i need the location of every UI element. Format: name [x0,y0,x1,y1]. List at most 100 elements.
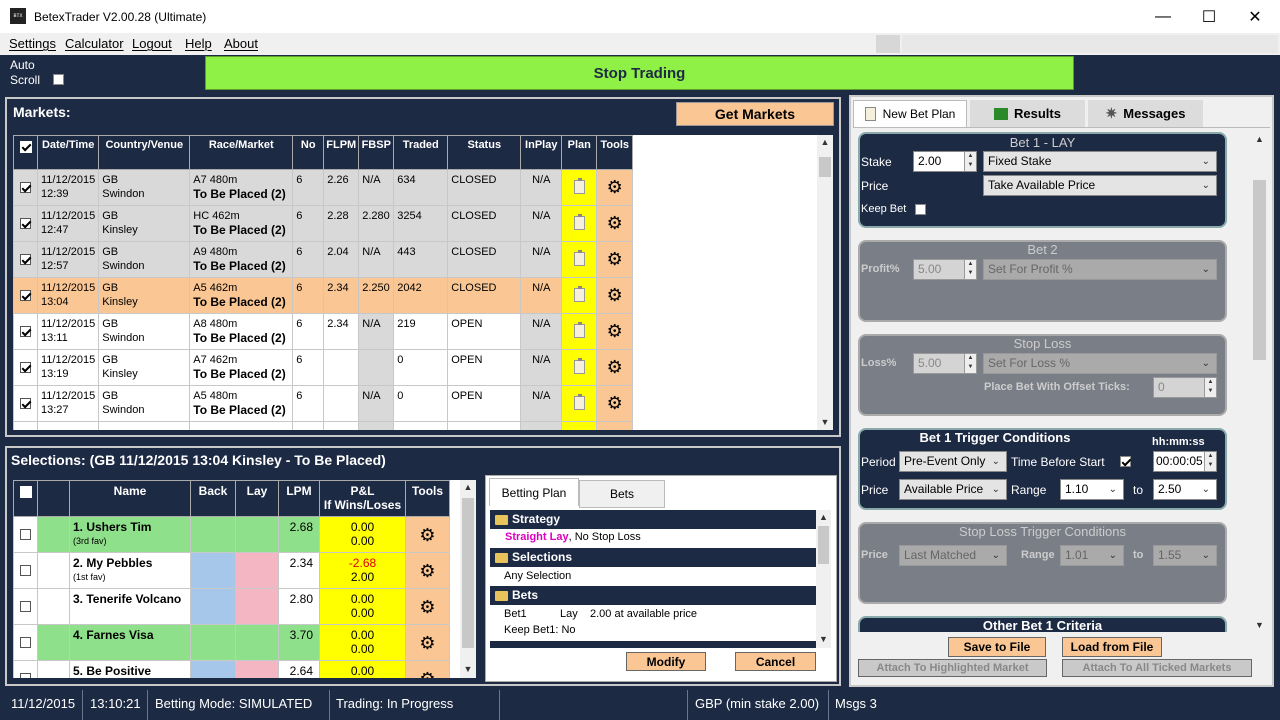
scroll-down-icon[interactable]: ▼ [816,634,831,644]
col-race-market[interactable]: Race/Market [189,135,294,170]
menu-settings[interactable]: Settings [9,36,56,51]
selection-tools-cell[interactable]: ⚙ [405,624,450,661]
tab-new-bet-plan[interactable]: New Bet Plan [853,100,967,127]
col-inplay[interactable]: InPlay [520,135,563,170]
keep-bet-checkbox[interactable] [915,204,926,215]
gear-icon[interactable]: ⚙ [607,321,623,341]
gear-icon[interactable]: ⚙ [607,213,623,233]
save-to-file-button[interactable]: Save to File [948,637,1046,657]
market-checkbox[interactable] [20,289,31,301]
close-button[interactable]: ✕ [1232,0,1278,33]
market-checkbox-cell[interactable] [13,385,38,422]
select-all-selections-checkbox[interactable] [19,486,32,498]
scrollbar-thumb[interactable] [462,498,474,648]
load-from-file-button[interactable]: Load from File [1062,637,1162,657]
selection-checkbox-cell[interactable] [13,552,38,589]
time-spinner-icon[interactable]: ▲ ▼ [1204,452,1216,471]
tab-bets[interactable]: Bets [579,480,665,508]
scroll-down-icon[interactable]: ▼ [817,417,833,427]
plan-clipboard-icon[interactable] [573,178,585,194]
market-tools-cell[interactable]: ⚙ [596,385,634,422]
selection-checkbox-cell[interactable] [13,624,38,661]
selection-back-cell[interactable] [190,624,236,661]
attach-highlighted-button[interactable]: Attach To Highlighted Market [858,659,1047,677]
market-tools-cell[interactable]: ⚙ [596,277,634,314]
market-row[interactable]: 11/12/2015 13:19 GB Kinsley A7 462m To Be Pla… [13,349,634,386]
scroll-down-icon[interactable]: ▼ [460,664,476,674]
col-fbsp[interactable]: FBSP [358,135,395,170]
col-lay[interactable]: Lay [235,480,279,517]
bet-plan-scrollbar[interactable]: ▲ ▼ [1251,132,1268,632]
plan-clipboard-icon[interactable] [573,250,585,266]
col-sel-tools[interactable]: Tools [405,480,450,517]
time-before-start-checkbox[interactable] [1120,456,1131,467]
col-lpm[interactable]: LPM [278,480,320,517]
selection-checkbox[interactable] [20,673,31,678]
stake-spinner-icon[interactable]: ▲ ▼ [964,152,976,171]
col-pl[interactable]: P&L If Wins/Loses [319,480,406,517]
scrollbar-thumb[interactable] [819,157,831,177]
market-checkbox[interactable] [20,325,31,337]
market-row[interactable]: 11/12/2015 13:27 GB Swindon A5 480m To Be Pla… [13,385,634,422]
market-plan-cell[interactable] [561,313,598,350]
menu-logout[interactable]: Logout [132,36,172,51]
market-tools-cell[interactable]: ⚙ [596,313,634,350]
market-checkbox-cell[interactable] [13,349,38,386]
selection-checkbox[interactable] [20,637,31,648]
market-row[interactable]: 11/12/2015 12:39 GB Swindon A7 480m To Be Pla… [13,169,634,206]
col-flpm[interactable]: FLPM [323,135,360,170]
gear-icon[interactable]: ⚙ [419,669,435,679]
selection-back-cell[interactable] [190,660,236,678]
col-plan[interactable]: Plan [561,135,598,170]
loss-input[interactable]: 5.00 ▲ ▼ [913,353,977,374]
market-checkbox[interactable] [20,181,31,193]
get-markets-button[interactable]: Get Markets [676,102,834,126]
gear-icon[interactable]: ⚙ [607,393,623,413]
time-input[interactable]: 00:00:05 ▲ ▼ [1153,451,1217,472]
selection-lay-cell[interactable] [235,588,279,625]
selection-checkbox-cell[interactable] [13,588,38,625]
market-plan-cell[interactable] [561,169,598,206]
selection-checkbox[interactable] [20,529,31,540]
selection-back-cell[interactable] [190,552,236,589]
market-checkbox-cell[interactable] [13,241,38,278]
market-plan-cell[interactable] [561,277,598,314]
market-row[interactable]: 11/12/2015 13:04 GB Kinsley A5 462m To Be Pla… [13,277,634,314]
col-traded[interactable]: Traded [393,135,449,170]
plan-clipboard-icon[interactable] [573,394,585,410]
selection-tools-cell[interactable]: ⚙ [405,588,450,625]
selection-tools-cell[interactable]: ⚙ [405,552,450,589]
market-plan-cell[interactable] [561,385,598,422]
market-row[interactable]: 11/12/2015 13:11 GB Swindon A8 480m To Be Pla… [13,313,634,350]
menu-help[interactable]: Help [185,36,212,51]
market-checkbox-cell[interactable] [13,277,38,314]
selection-tools-cell[interactable]: ⚙ [405,660,450,679]
market-plan-cell[interactable] [561,205,598,242]
gear-icon[interactable]: ⚙ [607,177,623,197]
select-all-checkbox[interactable] [19,141,32,153]
loss-type-select[interactable]: Set For Loss % ⌄ [983,353,1217,374]
selection-lay-cell[interactable] [235,660,279,678]
stop-trading-button[interactable]: Stop Trading [205,56,1074,90]
gear-icon[interactable]: ⚙ [607,285,623,305]
market-checkbox-cell[interactable] [13,313,38,350]
stake-input[interactable]: 2.00 ▲ ▼ [913,151,977,172]
modify-button[interactable]: Modify [626,652,706,671]
selection-checkbox-cell[interactable] [13,516,38,553]
market-checkbox[interactable] [20,253,31,265]
market-tools-cell[interactable]: ⚙ [596,241,634,278]
col-datetime[interactable]: Date/Time [36,135,100,170]
scroll-up-icon[interactable]: ▲ [817,137,833,147]
plan-clipboard-icon[interactable] [573,286,585,302]
maximize-button[interactable]: ☐ [1186,0,1232,33]
scrollbar-thumb[interactable] [818,526,829,564]
markets-scrollbar[interactable]: ▲ ▼ [817,135,833,430]
market-tools-cell[interactable]: ⚙ [596,349,634,386]
gear-icon[interactable]: ⚙ [419,525,435,545]
selection-row[interactable]: 5. Be Positive 2.64 0.00 ⚙ [13,660,450,679]
range-to-select[interactable]: 2.50 ⌄ [1153,479,1217,500]
tab-betting-plan[interactable]: Betting Plan [489,478,579,506]
selection-row[interactable]: 2. My Pebbles (1st fav) 2.34 -2.68 2.00 ⚙ [13,552,450,589]
gear-icon[interactable]: ⚙ [419,561,435,581]
market-checkbox-cell[interactable] [13,169,38,206]
